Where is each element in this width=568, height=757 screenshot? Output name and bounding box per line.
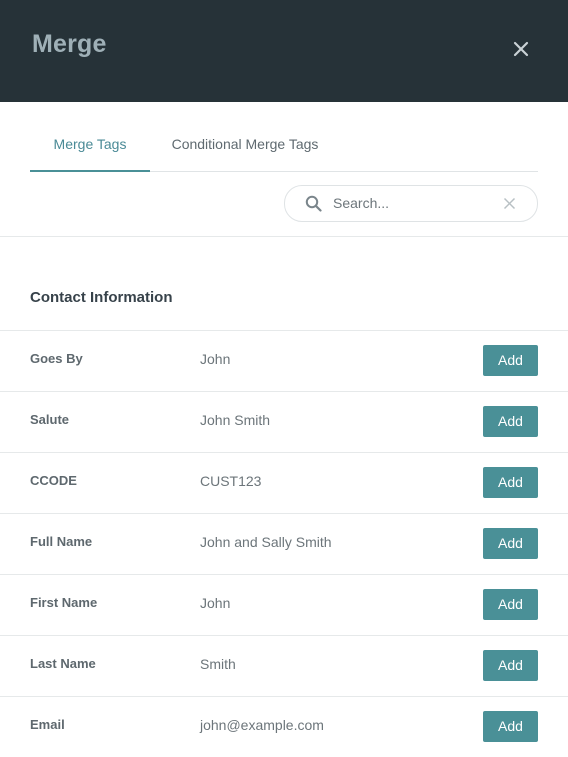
row-label: Goes By: [30, 351, 83, 366]
row-label: Full Name: [30, 534, 93, 549]
add-button[interactable]: Add: [483, 528, 538, 559]
table-row: CCODE CUST123 Add: [0, 452, 568, 513]
add-button[interactable]: Add: [483, 589, 538, 620]
add-button[interactable]: Add: [483, 467, 538, 498]
table-row: Full Name John and Sally Smith Add: [0, 513, 568, 574]
row-value: John: [200, 351, 231, 367]
row-label: Email: [30, 717, 65, 732]
search-icon: [305, 195, 322, 212]
row-value: John Smith: [200, 412, 271, 428]
row-label: Last Name: [30, 656, 96, 671]
section-title: Contact Information: [30, 289, 173, 306]
row-value: John and Sally Smith: [200, 534, 332, 550]
table-row: Last Name Smith Add: [0, 635, 568, 696]
search-box: [284, 185, 538, 222]
table-row: First Name John Add: [0, 574, 568, 635]
merge-tag-list: Goes By John Add Salute John Smith Add C…: [0, 330, 568, 757]
row-label: CCODE: [30, 473, 77, 488]
tab-merge-tags[interactable]: Merge Tags: [30, 120, 150, 172]
add-button[interactable]: Add: [483, 345, 538, 376]
row-label: Salute: [30, 412, 70, 427]
modal-title: Merge: [32, 30, 107, 58]
row-value: CUST123: [200, 473, 262, 489]
close-button[interactable]: [508, 36, 534, 62]
divider: [0, 236, 568, 237]
add-button[interactable]: Add: [483, 711, 538, 742]
row-value: Smith: [200, 656, 236, 672]
table-row: Goes By John Add: [0, 330, 568, 391]
row-value: john@example.com: [200, 717, 324, 733]
search-input[interactable]: [333, 192, 493, 214]
row-label: First Name: [30, 595, 98, 610]
row-value: John: [200, 595, 231, 611]
close-icon[interactable]: [508, 36, 534, 62]
tab-bar: Merge Tags Conditional Merge Tags: [30, 120, 538, 172]
add-button[interactable]: Add: [483, 650, 538, 681]
table-row: Email john@example.com Add: [0, 696, 568, 757]
clear-search-icon[interactable]: [503, 197, 516, 210]
modal-header: Merge: [0, 0, 568, 102]
table-row: Salute John Smith Add: [0, 391, 568, 452]
tab-conditional-merge-tags[interactable]: Conditional Merge Tags: [160, 120, 330, 170]
add-button[interactable]: Add: [483, 406, 538, 437]
